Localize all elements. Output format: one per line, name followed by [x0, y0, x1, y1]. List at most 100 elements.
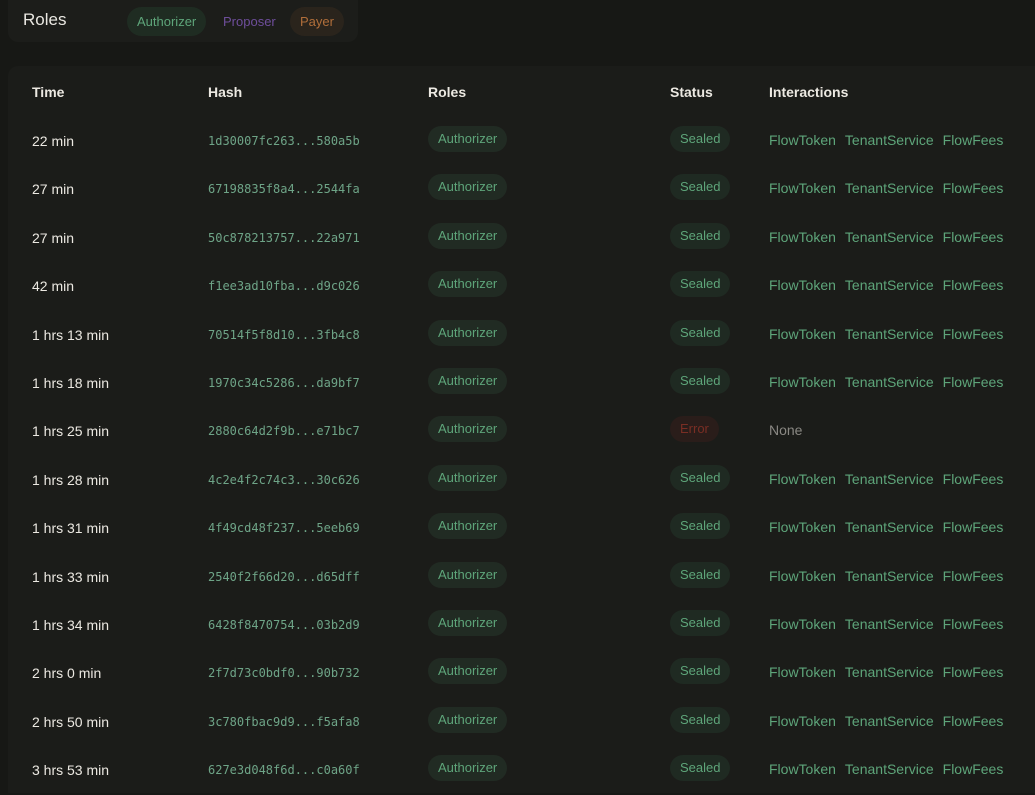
column-header-roles[interactable]: Roles	[428, 84, 466, 100]
row-role-badge: Authorizer	[428, 658, 508, 685]
interaction-link[interactable]: FlowFees	[943, 229, 1004, 245]
interaction-link[interactable]: TenantService	[845, 326, 934, 342]
interaction-link[interactable]: TenantService	[845, 616, 934, 632]
row-hash-link[interactable]: f1ee3ad10fba...d9c026	[208, 279, 360, 293]
table-row[interactable]: 2 hrs 0 min 2f7d73c0bdf0...90b732 Authoriz…	[8, 650, 1035, 698]
row-interactions: FlowToken TenantService FlowFees	[769, 132, 1003, 148]
row-time: 1 hrs 33 min	[32, 568, 110, 585]
interaction-link[interactable]: FlowToken	[769, 761, 836, 777]
row-time: 2 hrs 50 min	[32, 713, 110, 730]
table-row[interactable]: 1 hrs 33 min 2540f2f66d20...d65dff Authori…	[8, 554, 1035, 602]
interaction-link[interactable]: TenantService	[845, 761, 934, 777]
interaction-link[interactable]: FlowFees	[943, 277, 1004, 293]
interaction-link[interactable]: TenantService	[845, 519, 934, 535]
table-row[interactable]: 22 min 1d30007fc263...580a5b Authorizer Sea…	[8, 118, 1035, 166]
interaction-link[interactable]: FlowFees	[943, 664, 1004, 680]
row-hash-link[interactable]: 627e3d048f6d...c0a60f	[208, 763, 360, 777]
row-status-badge: Sealed	[670, 658, 731, 685]
interaction-link[interactable]: FlowToken	[769, 713, 836, 729]
interaction-link[interactable]: FlowToken	[769, 180, 836, 196]
transactions-table: Time Hash Roles Status Interactions 22 m…	[8, 66, 1035, 793]
interaction-link[interactable]: FlowFees	[943, 374, 1004, 390]
table-row[interactable]: 27 min 67198835f8a4...2544fa Authorizer Sea…	[8, 166, 1035, 214]
row-hash-link[interactable]: 6428f8470754...03b2d9	[208, 618, 360, 632]
interaction-link[interactable]: TenantService	[845, 471, 934, 487]
interaction-link[interactable]: TenantService	[845, 713, 934, 729]
row-interactions: FlowToken TenantService FlowFees	[769, 229, 1003, 245]
filter-pill-payer[interactable]: Payer	[290, 7, 344, 36]
interaction-link[interactable]: FlowFees	[943, 616, 1004, 632]
table-row[interactable]: 3 hrs 53 min 627e3d048f6d...c0a60f Authori…	[8, 747, 1035, 795]
interaction-link[interactable]: TenantService	[845, 664, 934, 680]
row-interactions: FlowToken TenantService FlowFees	[769, 616, 1003, 632]
row-role-badge: Authorizer	[428, 706, 508, 733]
row-hash-link[interactable]: 4f49cd48f237...5eeb69	[208, 521, 360, 535]
row-hash-link[interactable]: 2880c64d2f9b...e71bc7	[208, 424, 360, 438]
row-hash-link[interactable]: 2f7d73c0bdf0...90b732	[208, 666, 360, 680]
interaction-link[interactable]: FlowToken	[769, 326, 836, 342]
interaction-link[interactable]: FlowToken	[769, 616, 836, 632]
row-interactions: FlowToken TenantService FlowFees	[769, 713, 1003, 729]
column-header-interactions[interactable]: Interactions	[769, 84, 848, 100]
row-role-badge: Authorizer	[428, 464, 508, 491]
interaction-link[interactable]: FlowFees	[943, 713, 1004, 729]
row-hash-link[interactable]: 1d30007fc263...580a5b	[208, 134, 360, 148]
table-row[interactable]: 1 hrs 18 min 1970c34c5286...da9bf7 Authori…	[8, 360, 1035, 408]
filter-pill-authorizer[interactable]: Authorizer	[127, 7, 207, 36]
row-hash-link[interactable]: 50c878213757...22a971	[208, 231, 360, 245]
interaction-link[interactable]: TenantService	[845, 568, 934, 584]
row-interactions: FlowToken TenantService FlowFees	[769, 471, 1003, 487]
table-header: Time Hash Roles Status Interactions	[8, 66, 1035, 118]
row-hash-link[interactable]: 1970c34c5286...da9bf7	[208, 376, 360, 390]
table-row[interactable]: 1 hrs 34 min 6428f8470754...03b2d9 Authori…	[8, 602, 1035, 650]
row-role-badge: Authorizer	[428, 610, 508, 636]
interaction-link[interactable]: FlowFees	[943, 132, 1004, 148]
interaction-link[interactable]: FlowFees	[943, 519, 1004, 535]
column-header-time[interactable]: Time	[32, 84, 64, 100]
table-row[interactable]: 1 hrs 28 min 4c2e4f2c74c3...30c626 Authori…	[8, 457, 1035, 505]
row-time: 1 hrs 28 min	[32, 471, 110, 488]
interaction-link[interactable]: FlowToken	[769, 229, 836, 245]
row-interactions: FlowToken TenantService FlowFees	[769, 277, 1003, 293]
table-row[interactable]: 1 hrs 13 min 70514f5f8d10...3fb4c8 Authori…	[8, 312, 1035, 360]
row-hash-link[interactable]: 4c2e4f2c74c3...30c626	[208, 473, 360, 487]
interaction-link[interactable]: FlowFees	[943, 761, 1004, 777]
row-status-badge: Sealed	[670, 755, 731, 782]
row-interactions: FlowToken TenantService FlowFees	[769, 664, 1003, 680]
row-role-badge: Authorizer	[428, 126, 508, 152]
row-interactions: None	[769, 422, 802, 438]
column-header-status[interactable]: Status	[670, 84, 713, 100]
interaction-link[interactable]: FlowToken	[769, 568, 836, 584]
row-status-badge: Sealed	[670, 368, 731, 394]
row-hash-link[interactable]: 67198835f8a4...2544fa	[208, 182, 360, 196]
table-row[interactable]: 2 hrs 50 min 3c780fbac9d9...f5afa8 Authori…	[8, 699, 1035, 747]
column-header-hash[interactable]: Hash	[208, 84, 242, 100]
row-hash-link[interactable]: 3c780fbac9d9...f5afa8	[208, 715, 360, 729]
interaction-link[interactable]: FlowFees	[943, 180, 1004, 196]
roles-filter-bar: Roles Authorizer Proposer Payer	[8, 0, 358, 42]
interaction-link[interactable]: TenantService	[845, 132, 934, 148]
row-hash-link[interactable]: 2540f2f66d20...d65dff	[208, 570, 360, 584]
row-hash-link[interactable]: 70514f5f8d10...3fb4c8	[208, 328, 360, 342]
interaction-link[interactable]: FlowFees	[943, 471, 1004, 487]
interaction-link[interactable]: FlowFees	[943, 568, 1004, 584]
roles-filter-title: Roles	[23, 10, 67, 29]
interaction-link[interactable]: FlowToken	[769, 132, 836, 148]
table-row[interactable]: 1 hrs 25 min 2880c64d2f9b...e71bc7 Authori…	[8, 408, 1035, 456]
interaction-link[interactable]: FlowToken	[769, 374, 836, 390]
interaction-link[interactable]: FlowToken	[769, 664, 836, 680]
filter-pill-proposer[interactable]: Proposer	[213, 7, 286, 36]
table-row[interactable]: 42 min f1ee3ad10fba...d9c026 Authorizer Sea…	[8, 263, 1035, 311]
row-status-badge: Sealed	[670, 126, 731, 152]
table-row[interactable]: 27 min 50c878213757...22a971 Authorizer Sea…	[8, 215, 1035, 263]
interaction-link[interactable]: FlowFees	[943, 326, 1004, 342]
interaction-link[interactable]: TenantService	[845, 180, 934, 196]
interaction-link[interactable]: FlowToken	[769, 519, 836, 535]
interaction-link[interactable]: TenantService	[845, 374, 934, 390]
table-row[interactable]: 1 hrs 31 min 4f49cd48f237...5eeb69 Authori…	[8, 505, 1035, 553]
interaction-link[interactable]: TenantService	[845, 277, 934, 293]
interaction-link[interactable]: TenantService	[845, 229, 934, 245]
row-status-badge: Sealed	[670, 271, 731, 298]
interaction-link[interactable]: FlowToken	[769, 277, 836, 293]
interaction-link[interactable]: FlowToken	[769, 471, 836, 487]
